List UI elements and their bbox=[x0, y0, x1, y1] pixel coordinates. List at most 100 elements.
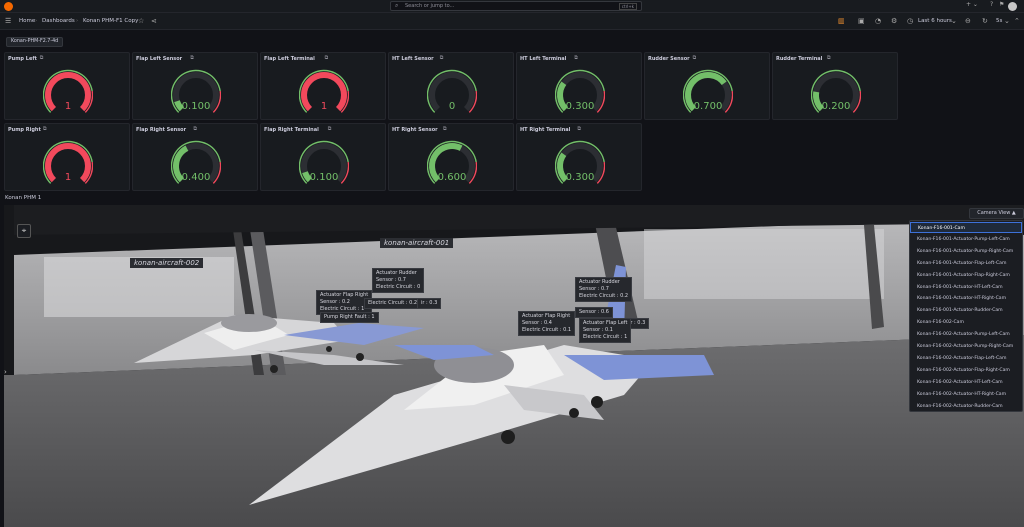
camera-view-option[interactable]: Konan-F16-001-Actuator-HT-Right-Cam bbox=[910, 293, 1022, 304]
grafana-logo-icon[interactable] bbox=[4, 2, 13, 11]
camera-view-option[interactable]: Konan-F16-001-Actuator-Pump-Right-Cam bbox=[910, 246, 1022, 257]
label-line: Electric Circuit : 0 bbox=[376, 284, 421, 290]
gauge-value: 0.600 bbox=[437, 172, 467, 183]
gauge-panel[interactable]: Flap Left Sensor ⧉ 0.100 bbox=[132, 52, 258, 120]
aircraft-label-001: konan-aircraft-001 bbox=[380, 238, 454, 248]
camera-view-option[interactable]: Konan-F16-002-Actuator-HT-Left-Cam bbox=[910, 377, 1022, 388]
camera-view-option[interactable]: Konan-F16-001-Actuator-Pump-Left-Cam bbox=[910, 234, 1022, 245]
zoom-out-icon[interactable]: ⊖ bbox=[965, 17, 971, 25]
external-link-icon[interactable]: ⧉ bbox=[693, 55, 697, 61]
camera-view-menu: Konan-F16-001-Cam Konan-F16-001-Actuator-… bbox=[909, 220, 1023, 412]
gauge-value: 0.400 bbox=[181, 172, 211, 183]
camera-view-option[interactable]: Konan-F16-001-Cam bbox=[910, 222, 1022, 233]
external-link-icon[interactable]: ⧉ bbox=[43, 126, 47, 132]
breadcrumb-dashboards[interactable]: Dashboards bbox=[42, 18, 75, 25]
camera-view-option[interactable]: Konan-F16-002-Actuator-Pump-Right-Cam bbox=[910, 341, 1022, 352]
dashboard-nav: ☰ Home › Dashboards › Konan PHM-F1 Copy … bbox=[0, 13, 1024, 30]
gauge-panel[interactable]: Pump Right ⧉ 1 bbox=[4, 123, 130, 191]
gauge-panel[interactable]: HT Left Sensor ⧉ 0 bbox=[388, 52, 514, 120]
external-link-icon[interactable]: ⧉ bbox=[193, 126, 197, 132]
settings-gear-icon[interactable]: ⚙ bbox=[891, 17, 897, 25]
camera-view-option[interactable]: Konan-F16-002-Actuator-Pump-Left-Cam bbox=[910, 329, 1022, 340]
search-input[interactable]: ⌕ Search or jump to... ctrl+k bbox=[390, 1, 642, 11]
add-menu-button[interactable]: + ⌄ bbox=[966, 1, 978, 8]
recenter-view-button[interactable]: ⌖ bbox=[17, 224, 31, 238]
camera-view-dropdown[interactable]: Camera View ▲ bbox=[969, 208, 1024, 219]
gauge-panel[interactable]: Rudder Terminal ⧉ 0.200 bbox=[772, 52, 898, 120]
label-line: Electric Circuit : 0.1 bbox=[522, 327, 572, 333]
label-line: Actuator Flap Right bbox=[320, 292, 369, 298]
gauge-panel[interactable]: Flap Left Terminal ⧉ 1 bbox=[260, 52, 386, 120]
label-line: Sensor : 0.1 bbox=[583, 327, 613, 333]
sensor-label-001: Sensor : 0.6 bbox=[575, 307, 613, 318]
actuator-label-flap-right-001: Actuator Flap Right Sensor : 0.4 Electri… bbox=[518, 311, 576, 336]
camera-view-option[interactable]: Konan-F16-002-Cam bbox=[910, 317, 1022, 328]
breadcrumb-home[interactable]: Home bbox=[19, 18, 35, 25]
external-link-icon[interactable]: ⧉ bbox=[40, 55, 44, 61]
gauge-panel[interactable]: HT Left Terminal ⧉ 0.300 bbox=[516, 52, 642, 120]
external-link-icon[interactable]: ⧉ bbox=[577, 126, 581, 132]
external-link-icon[interactable]: ⧉ bbox=[827, 55, 831, 61]
panel-title: HT Right Terminal bbox=[520, 127, 571, 133]
panel-title: Flap Right Terminal bbox=[264, 127, 319, 133]
time-range-picker[interactable]: Last 6 hours bbox=[918, 18, 952, 25]
gauge-panel[interactable]: Flap Right Sensor ⧉ 0.400 bbox=[132, 123, 258, 191]
external-link-icon[interactable]: ⧉ bbox=[325, 55, 329, 61]
panel-title: Flap Left Sensor bbox=[136, 56, 183, 62]
camera-view-option[interactable]: Konan-F16-002-Actuator-Flap-Left-Cam bbox=[910, 353, 1022, 364]
gauge-panel[interactable]: Rudder Sensor ⧉ 0.700 bbox=[644, 52, 770, 120]
gauge-panel[interactable]: Pump Left ⧉ 1 bbox=[4, 52, 130, 120]
gauge-panel[interactable]: HT Right Sensor ⧉ 0.600 bbox=[388, 123, 514, 191]
panel-title: Pump Right bbox=[8, 127, 41, 133]
camera-view-option[interactable]: Konan-F16-001-Actuator-Flap-Left-Cam bbox=[910, 258, 1022, 269]
panel-title: HT Left Sensor bbox=[392, 56, 434, 62]
gauge-value: 0.700 bbox=[693, 101, 723, 112]
dashboard-variable-chip[interactable]: Konan-PHM-F2.7-4d bbox=[6, 37, 64, 47]
external-link-icon[interactable]: ⧉ bbox=[328, 126, 332, 132]
chevron-right-icon[interactable]: › bbox=[4, 368, 7, 376]
3d-scene-viewport[interactable] bbox=[4, 205, 1024, 527]
gauge-panel[interactable]: HT Right Terminal ⧉ 0.300 bbox=[516, 123, 642, 191]
row-title[interactable]: Konan PHM 1 bbox=[5, 195, 41, 201]
camera-view-option[interactable]: Konan-F16-002-Actuator-HT-Right-Cam bbox=[910, 389, 1022, 400]
add-panel-icon[interactable]: ▥ bbox=[838, 17, 845, 25]
camera-view-option[interactable]: Konan-F16-001-Actuator-HT-Left-Cam bbox=[910, 282, 1022, 293]
label-line: Actuator Flap Left bbox=[583, 320, 628, 326]
camera-view-option[interactable]: Konan-F16-002-Actuator-Rudder-Cam bbox=[910, 401, 1022, 412]
gauge-value: 0 bbox=[448, 101, 456, 112]
label-line: Actuator Rudder bbox=[579, 279, 620, 285]
news-icon[interactable]: ⚑ bbox=[999, 1, 1004, 8]
label-line: Sensor : 0.2 bbox=[320, 299, 350, 305]
share-icon[interactable]: ⋖ bbox=[151, 17, 157, 25]
external-link-icon[interactable]: ⧉ bbox=[574, 55, 578, 61]
star-icon[interactable]: ☆ bbox=[138, 17, 144, 25]
top-bar: ⌕ Search or jump to... ctrl+k + ⌄ ? ⚑ bbox=[0, 0, 1024, 13]
label-line: Actuator Flap Right bbox=[522, 313, 571, 319]
clock-history-icon[interactable]: ◔ bbox=[875, 17, 881, 25]
collapse-icon[interactable]: ⌃ bbox=[1014, 17, 1020, 25]
label-line: Actuator Rudder bbox=[376, 270, 417, 276]
menu-icon[interactable]: ☰ bbox=[5, 17, 11, 25]
external-link-icon[interactable]: ⧉ bbox=[440, 55, 444, 61]
save-icon[interactable]: ▣ bbox=[858, 17, 865, 25]
external-link-icon[interactable]: ⧉ bbox=[443, 126, 447, 132]
actuator-label-rudder-001: Actuator Rudder Sensor : 0.7 Electric Ci… bbox=[575, 277, 633, 302]
panel-title: Flap Left Terminal bbox=[264, 56, 315, 62]
gauge-panel[interactable]: Flap Right Terminal ⧉ 0.100 bbox=[260, 123, 386, 191]
help-icon[interactable]: ? bbox=[990, 1, 993, 8]
external-link-icon[interactable]: ⧉ bbox=[190, 55, 194, 61]
camera-view-option[interactable]: Konan-F16-001-Actuator-Rudder-Cam bbox=[910, 305, 1022, 316]
electric-circuit-label-002: Electric Circuit : 0.2 bbox=[364, 298, 422, 309]
camera-view-option[interactable]: Konan-F16-001-Actuator-Flap-Right-Cam bbox=[910, 270, 1022, 281]
breadcrumb-current: Konan PHM-F1 Copy bbox=[83, 18, 139, 24]
refresh-icon[interactable]: ↻ bbox=[982, 17, 988, 25]
clock-icon[interactable]: ◷ bbox=[907, 17, 913, 25]
hangar-scene bbox=[4, 205, 1024, 527]
camera-view-option[interactable]: Konan-F16-002-Actuator-Flap-Right-Cam bbox=[910, 365, 1022, 376]
panel-title: HT Left Terminal bbox=[520, 56, 567, 62]
chevron-down-icon: ⌄ bbox=[951, 17, 957, 25]
avatar[interactable] bbox=[1008, 2, 1017, 11]
search-icon: ⌕ bbox=[395, 2, 399, 9]
panel-title: Rudder Sensor bbox=[648, 56, 690, 62]
refresh-interval[interactable]: 5s bbox=[996, 18, 1002, 25]
